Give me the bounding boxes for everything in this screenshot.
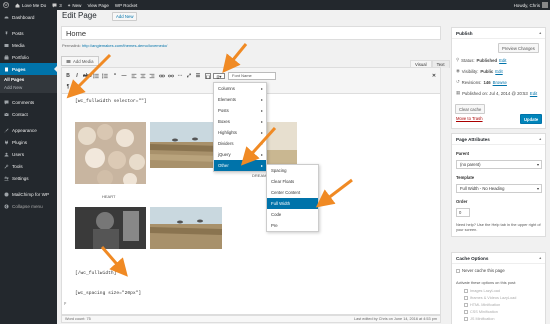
- status-label: Status:: [461, 57, 475, 63]
- visibility-value: Public: [480, 68, 494, 74]
- js-minification-label: JS Minification: [470, 317, 495, 321]
- js-minification-checkbox[interactable]: [464, 317, 468, 321]
- never-cache-checkbox[interactable]: [456, 268, 460, 273]
- iframes-lazyload-label: Iframes & Videos LazyLoad: [470, 296, 517, 300]
- revisions-label: Revisions:: [461, 79, 482, 85]
- cache-options-box: Cache Options Never cache this page Acti…: [451, 252, 546, 324]
- published-on-text: Published on: Jul 4, 2014 @ 20:53: [462, 90, 528, 96]
- arrow-to-shortcode-button: [222, 43, 248, 73]
- update-button[interactable]: Update: [520, 114, 543, 124]
- page-attributes-heading[interactable]: Page Attributes: [452, 134, 545, 145]
- visibility-label: Visibility:: [461, 68, 479, 74]
- preview-changes-button[interactable]: Preview Changes: [498, 43, 539, 53]
- css-minification-checkbox[interactable]: [464, 310, 468, 314]
- arrow-to-opening-shortcode: [66, 53, 112, 99]
- revisions-value: 146: [483, 79, 491, 85]
- status-edit-link[interactable]: Edit: [499, 58, 506, 63]
- revisions-row: ↺ Revisions: 146 Browse: [456, 79, 507, 85]
- publish-heading[interactable]: Publish: [452, 28, 545, 39]
- publish-box: Publish Preview Changes ⚲ Status: Publis…: [451, 27, 546, 129]
- visibility-row: ◉ Visibility: Public Edit: [456, 68, 503, 74]
- option-iframes-lazyload: Iframes & Videos LazyLoad: [464, 296, 516, 300]
- order-label: Order: [456, 199, 468, 204]
- eye-icon: ◉: [456, 68, 460, 73]
- option-js-minification: JS Minification: [464, 317, 494, 321]
- images-lazyload-checkbox[interactable]: [464, 289, 468, 293]
- option-html-minification: HTML Minification: [464, 303, 500, 307]
- arrow-to-full-width-item: [315, 178, 353, 208]
- move-to-trash-link[interactable]: Move to Trash: [456, 116, 483, 121]
- cache-options-heading[interactable]: Cache Options: [452, 253, 545, 264]
- published-on-row: ▦ Published on: Jul 4, 2014 @ 20:53 Edit: [456, 90, 537, 96]
- option-css-minification: CSS Minification: [464, 310, 498, 314]
- status-value: Published: [476, 57, 498, 63]
- never-cache-row: Never cache this page: [456, 268, 505, 273]
- arrow-to-other-item: [240, 126, 277, 166]
- template-label: Template: [456, 175, 475, 180]
- option-images-lazyload: Images LazyLoad: [464, 289, 500, 293]
- revisions-icon: ↺: [456, 79, 460, 84]
- clear-cache-button[interactable]: Clear cache: [455, 104, 486, 114]
- parent-label: Parent: [456, 151, 470, 156]
- key-icon: ⚲: [456, 57, 460, 62]
- published-edit-link[interactable]: Edit: [530, 91, 537, 96]
- css-minification-label: CSS Minification: [470, 310, 498, 314]
- iframes-lazyload-checkbox[interactable]: [464, 296, 468, 300]
- page-attributes-box: Page Attributes Parent (no parent) Templ…: [451, 133, 546, 237]
- images-lazyload-label: Images LazyLoad: [470, 289, 500, 293]
- html-minification-checkbox[interactable]: [464, 303, 468, 307]
- revisions-browse-link[interactable]: Browse: [493, 80, 507, 85]
- never-cache-label: Never cache this page: [462, 268, 505, 273]
- help-text: Need help? Use the Help tab in the upper…: [456, 222, 541, 232]
- status-row: ⚲ Status: Published Edit: [456, 57, 507, 63]
- visibility-edit-link[interactable]: Edit: [495, 69, 502, 74]
- order-input[interactable]: 0: [456, 208, 470, 217]
- activate-options-note: Activate these options on this post:: [456, 280, 517, 285]
- template-select[interactable]: Full Width - No Heading: [456, 184, 542, 193]
- parent-select[interactable]: (no parent): [456, 160, 542, 169]
- arrow-to-closing-shortcode: [100, 246, 128, 277]
- html-minification-label: HTML Minification: [470, 303, 501, 307]
- calendar-icon: ▦: [456, 90, 461, 95]
